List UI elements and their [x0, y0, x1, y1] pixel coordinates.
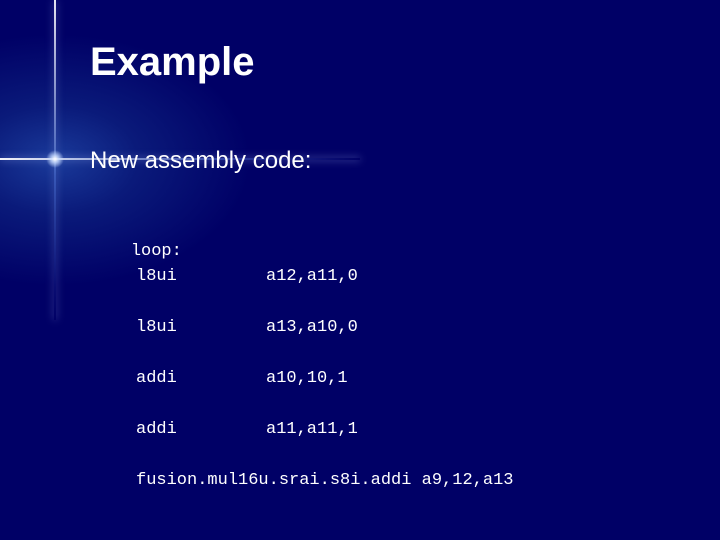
- slide-content: Example New assembly code: loop: l8uia12…: [90, 40, 680, 540]
- slide-title: Example: [90, 40, 680, 85]
- mnemonic: addi: [136, 417, 266, 443]
- operands: a11,a11,1: [266, 420, 358, 439]
- code-label: loop:: [131, 242, 182, 261]
- mnemonic: addi: [136, 366, 266, 392]
- mnemonic: l8ui: [136, 315, 266, 341]
- mnemonic: fusion.mul16u.srai.s8i.addi: [136, 471, 411, 490]
- assembly-code-block: loop: l8uia12,a11,0 l8uia13,a10,0 addia1…: [90, 213, 680, 540]
- code-line: addia10,10,1: [90, 366, 680, 392]
- code-line: fusion.mul16u.srai.s8i.addi a9,12,a13: [90, 468, 680, 494]
- operands: a9,12,a13: [422, 471, 514, 490]
- code-line: l8uia12,a11,0: [90, 264, 680, 290]
- operands: a12,a11,0: [266, 267, 358, 286]
- operands: a10,10,1: [266, 369, 348, 388]
- lens-flare-core: [46, 150, 64, 168]
- code-line: addia11,a11,1: [90, 417, 680, 443]
- mnemonic: l8ui: [136, 264, 266, 290]
- operands: a13,a10,0: [266, 318, 358, 337]
- slide-subtitle: New assembly code:: [90, 147, 680, 175]
- code-line: l8uia13,a10,0: [90, 315, 680, 341]
